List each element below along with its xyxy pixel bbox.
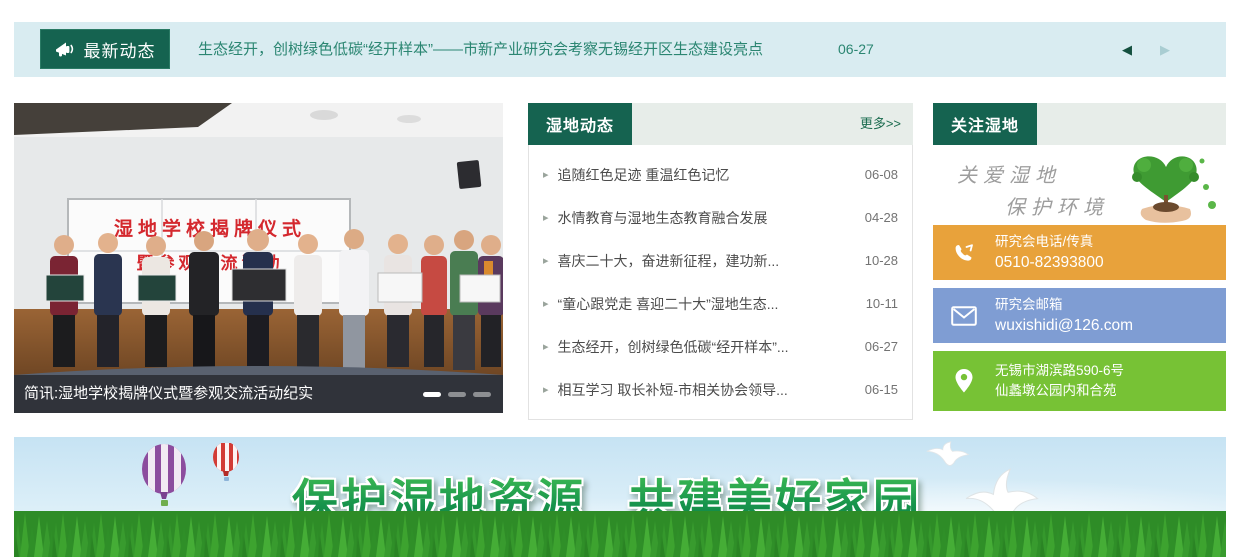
slogan-line1: 关爱湿地 <box>957 159 1061 188</box>
news-list-item[interactable]: ▸ 追随红色足迹 重温红色记忆 06-08 <box>529 153 912 196</box>
news-item-date: 10-11 <box>866 296 898 311</box>
ticker-date: 06-27 <box>838 22 874 77</box>
news-item-date: 06-08 <box>865 167 898 182</box>
phone-icon <box>933 241 995 265</box>
follow-wetland-panel: 关注湿地 关爱湿地 保护环境 <box>933 103 1226 411</box>
address-line2: 仙蠡墩公园内和合苑 <box>995 381 1124 401</box>
wetland-news-title: 湿地动态 <box>528 103 632 145</box>
wetland-news-panel: 湿地动态 更多>> ▸ 追随红色足迹 重温红色记忆 06-08 ▸ 水情教育与湿… <box>528 103 913 420</box>
address-line1: 无锡市湖滨路590-6号 <box>995 361 1124 381</box>
triangle-marker-icon: ▸ <box>543 340 549 353</box>
contact-card-email-text: 研究会邮箱 wuxishidi@126.com <box>995 295 1133 336</box>
triangle-marker-icon: ▸ <box>543 254 549 267</box>
news-item-date: 06-15 <box>865 382 898 397</box>
news-list-item[interactable]: ▸ 喜庆二十大，奋进新征程，建功新... 10-28 <box>529 239 912 282</box>
news-list-item[interactable]: ▸ 生态经开，创树绿色低碳“经开样本”... 06-27 <box>529 325 912 368</box>
email-address: wuxishidi@126.com <box>995 315 1133 336</box>
news-item-date: 04-28 <box>865 210 898 225</box>
latest-news-badge-label: 最新动态 <box>84 37 156 62</box>
grass-strip <box>14 511 1226 557</box>
wetland-news-more-link[interactable]: 更多>> <box>860 103 913 145</box>
news-item-title: 相互学习 取长补短-市相关协会领导... <box>558 380 857 400</box>
wetland-news-list: ▸ 追随红色足迹 重温红色记忆 06-08 ▸ 水情教育与湿地生态教育融合发展 … <box>528 145 913 420</box>
ticker-next-arrow[interactable]: ▶ <box>1160 22 1170 77</box>
carousel-dot-1[interactable] <box>423 392 441 397</box>
carousel-dot-2[interactable] <box>448 392 466 397</box>
phone-label: 研究会电话/传真 <box>995 232 1104 252</box>
ceremony-photo-illustration: 湿地学校揭牌仪式 暨参观交流活动 <box>14 103 503 413</box>
news-item-title: 喜庆二十大，奋进新征程，建功新... <box>558 251 857 271</box>
news-item-title: 生态经开，创树绿色低碳“经开样本”... <box>558 337 857 357</box>
homepage: 最新动态 生态经开，创树绿色低碳“经开样本”——市新产业研究会考察无锡经开区生态… <box>0 0 1240 557</box>
news-item-title: “童心跟党走 喜迎二十大”湿地生态... <box>558 294 858 314</box>
contact-card-address-text: 无锡市湖滨路590-6号 仙蠡墩公园内和合苑 <box>995 361 1124 401</box>
triangle-marker-icon: ▸ <box>543 297 549 310</box>
news-list-item[interactable]: ▸ 相互学习 取长补短-市相关协会领导... 06-15 <box>529 368 912 411</box>
news-item-date: 06-27 <box>865 339 898 354</box>
latest-news-badge: 最新动态 <box>40 29 170 69</box>
heart-tree-in-hand-icon <box>1104 147 1224 225</box>
triangle-marker-icon: ▸ <box>543 168 549 181</box>
location-pin-icon <box>933 368 995 394</box>
slogan-line2: 保护环境 <box>1005 191 1109 220</box>
triangle-marker-icon: ▸ <box>543 211 549 224</box>
news-list-item[interactable]: ▸ 水情教育与湿地生态教育融合发展 04-28 <box>529 196 912 239</box>
news-item-title: 水情教育与湿地生态教育融合发展 <box>558 208 857 228</box>
megaphone-icon <box>55 40 75 58</box>
bottom-slogan-banner: 保护湿地资源 共建美好家园 <box>14 437 1226 557</box>
latest-news-ticker: 最新动态 生态经开，创树绿色低碳“经开样本”——市新产业研究会考察无锡经开区生态… <box>14 22 1226 77</box>
contact-card-phone: 研究会电话/传真 0510-82393800 <box>933 225 1226 280</box>
news-item-date: 10-28 <box>865 253 898 268</box>
carousel-dots <box>423 392 491 397</box>
envelope-icon <box>933 306 995 326</box>
email-label: 研究会邮箱 <box>995 295 1133 315</box>
carousel-dot-3[interactable] <box>473 392 491 397</box>
triangle-marker-icon: ▸ <box>543 383 549 396</box>
ticker-prev-arrow[interactable]: ◀ <box>1122 22 1132 77</box>
phone-number: 0510-82393800 <box>995 252 1104 273</box>
news-item-title: 追随红色足迹 重温红色记忆 <box>558 165 857 185</box>
news-list-item[interactable]: ▸ “童心跟党走 喜迎二十大”湿地生态... 10-11 <box>529 282 912 325</box>
contact-card-email: 研究会邮箱 wuxishidi@126.com <box>933 288 1226 343</box>
follow-wetland-title: 关注湿地 <box>933 103 1037 145</box>
contact-card-phone-text: 研究会电话/传真 0510-82393800 <box>995 232 1104 273</box>
care-wetland-slogan-image: 关爱湿地 保护环境 <box>933 145 1226 225</box>
contact-card-address: 无锡市湖滨路590-6号 仙蠡墩公园内和合苑 <box>933 351 1226 411</box>
wetland-news-header: 湿地动态 更多>> <box>528 103 913 145</box>
ticker-headline-link[interactable]: 生态经开，创树绿色低碳“经开样本”——市新产业研究会考察无锡经开区生态建设亮点 <box>198 22 763 77</box>
follow-wetland-header: 关注湿地 <box>933 103 1226 145</box>
carousel-photo[interactable]: 湿地学校揭牌仪式 暨参观交流活动 <box>14 103 503 413</box>
